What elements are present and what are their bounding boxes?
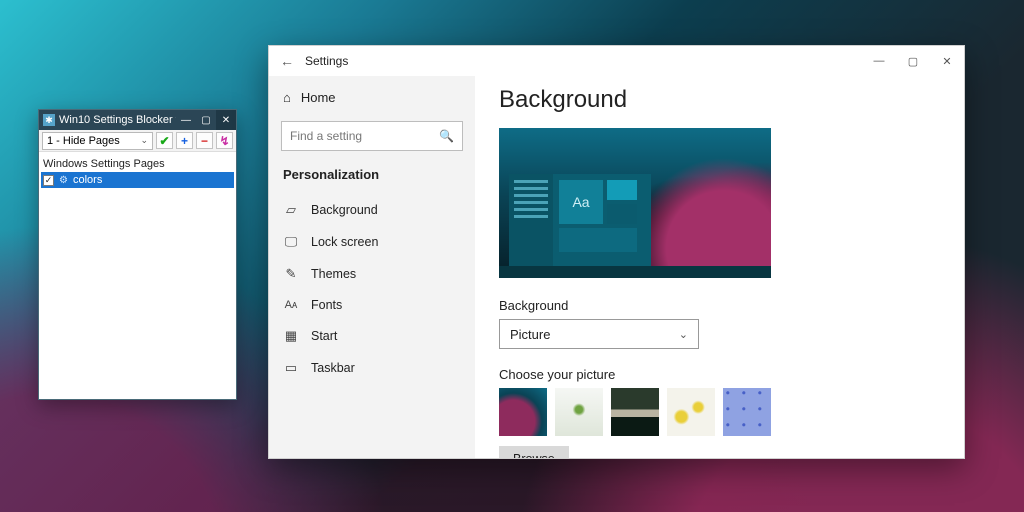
page-title: Background bbox=[499, 86, 940, 114]
sidebar-item-label: Themes bbox=[311, 267, 356, 281]
close-button[interactable]: ✕ bbox=[930, 46, 964, 76]
picture-thumb[interactable] bbox=[667, 388, 715, 436]
sidebar-item-background[interactable]: ▱ Background bbox=[269, 194, 475, 226]
picture-thumb[interactable] bbox=[499, 388, 547, 436]
picture-thumb[interactable] bbox=[723, 388, 771, 436]
gear-icon: ⚙ bbox=[58, 175, 69, 186]
mode-dropdown[interactable]: 1 - Hide Pages ⌄ bbox=[42, 132, 153, 150]
sidebar-item-label: Background bbox=[311, 203, 378, 217]
settings-blocker-window: ✱ Win10 Settings Blocker v1.0 — ▢ ✕ 1 - … bbox=[38, 109, 237, 400]
close-button[interactable]: ✕ bbox=[216, 110, 236, 130]
list-item-label: colors bbox=[73, 174, 102, 186]
sidebar-category: Personalization bbox=[269, 165, 475, 194]
blocker-title: Win10 Settings Blocker v1.0 bbox=[59, 114, 176, 126]
choose-picture-label: Choose your picture bbox=[499, 367, 940, 382]
checkbox-icon[interactable]: ✓ bbox=[43, 175, 54, 186]
background-type-dropdown[interactable]: Picture ⌄ bbox=[499, 319, 699, 349]
blocker-sysbuttons: — ▢ ✕ bbox=[176, 110, 236, 130]
settings-sysbuttons: — ▢ ✕ bbox=[862, 46, 964, 76]
back-button[interactable]: ← bbox=[269, 53, 305, 69]
add-button[interactable]: + bbox=[176, 132, 193, 149]
start-icon: ▦ bbox=[283, 328, 299, 344]
picture-thumbnails bbox=[499, 388, 940, 436]
list-item[interactable]: ✓ ⚙ colors bbox=[41, 172, 234, 188]
sidebar-item-start[interactable]: ▦ Start bbox=[269, 320, 475, 352]
picture-thumb[interactable] bbox=[555, 388, 603, 436]
sidebar-item-label: Start bbox=[311, 329, 337, 343]
taskbar-icon: ▭ bbox=[283, 360, 299, 376]
mode-dropdown-value: 1 - Hide Pages bbox=[47, 135, 120, 147]
sidebar-home[interactable]: ⌂ Home bbox=[269, 82, 475, 113]
settings-sidebar: ⌂ Home Find a setting 🔍 Personalization … bbox=[269, 76, 475, 458]
background-preview: Aa bbox=[499, 128, 771, 278]
settings-content: Background Aa Background Picture ⌄ Cho bbox=[475, 76, 964, 458]
settings-window: ← Settings — ▢ ✕ ⌂ Home Find a setting 🔍… bbox=[268, 45, 965, 459]
options-button[interactable]: ↯ bbox=[216, 132, 233, 149]
preview-start-menu: Aa bbox=[509, 174, 651, 266]
sidebar-item-themes[interactable]: ✎ Themes bbox=[269, 258, 475, 290]
brush-icon: ✎ bbox=[283, 266, 299, 282]
image-icon: ▱ bbox=[283, 202, 299, 218]
preview-taskbar bbox=[499, 266, 771, 278]
apply-button[interactable]: ✔ bbox=[156, 132, 173, 149]
sidebar-item-label: Taskbar bbox=[311, 361, 355, 375]
sidebar-item-taskbar[interactable]: ▭ Taskbar bbox=[269, 352, 475, 384]
search-icon: 🔍 bbox=[439, 129, 454, 143]
blocker-list-header: Windows Settings Pages bbox=[41, 156, 234, 172]
background-type-value: Picture bbox=[510, 327, 550, 342]
chevron-down-icon: ⌄ bbox=[140, 135, 148, 146]
maximize-button[interactable]: ▢ bbox=[196, 110, 216, 130]
preview-tile-text: Aa bbox=[559, 180, 603, 224]
blocker-titlebar[interactable]: ✱ Win10 Settings Blocker v1.0 — ▢ ✕ bbox=[39, 110, 236, 130]
font-icon: Aᴀ bbox=[283, 299, 299, 311]
sidebar-item-fonts[interactable]: Aᴀ Fonts bbox=[269, 290, 475, 320]
blocker-body: Windows Settings Pages ✓ ⚙ colors bbox=[39, 152, 236, 399]
minimize-button[interactable]: — bbox=[862, 46, 896, 76]
picture-thumb[interactable] bbox=[611, 388, 659, 436]
sidebar-home-label: Home bbox=[301, 90, 336, 105]
maximize-button[interactable]: ▢ bbox=[896, 46, 930, 76]
search-input[interactable]: Find a setting 🔍 bbox=[281, 121, 463, 151]
blocker-app-icon: ✱ bbox=[43, 114, 55, 126]
settings-titlebar[interactable]: ← Settings — ▢ ✕ bbox=[269, 46, 964, 76]
minimize-button[interactable]: — bbox=[176, 110, 196, 130]
sidebar-item-label: Lock screen bbox=[311, 235, 378, 249]
browse-button[interactable]: Browse bbox=[499, 446, 569, 458]
lock-icon: 🖵 bbox=[283, 234, 299, 250]
blocker-toolbar: 1 - Hide Pages ⌄ ✔ + − ↯ bbox=[39, 130, 236, 152]
sidebar-item-label: Fonts bbox=[311, 298, 342, 312]
sidebar-item-lockscreen[interactable]: 🖵 Lock screen bbox=[269, 226, 475, 258]
home-icon: ⌂ bbox=[283, 90, 291, 105]
remove-button[interactable]: − bbox=[196, 132, 213, 149]
search-placeholder: Find a setting bbox=[290, 129, 362, 143]
background-label: Background bbox=[499, 298, 940, 313]
chevron-down-icon: ⌄ bbox=[679, 328, 688, 341]
settings-title: Settings bbox=[305, 54, 862, 68]
